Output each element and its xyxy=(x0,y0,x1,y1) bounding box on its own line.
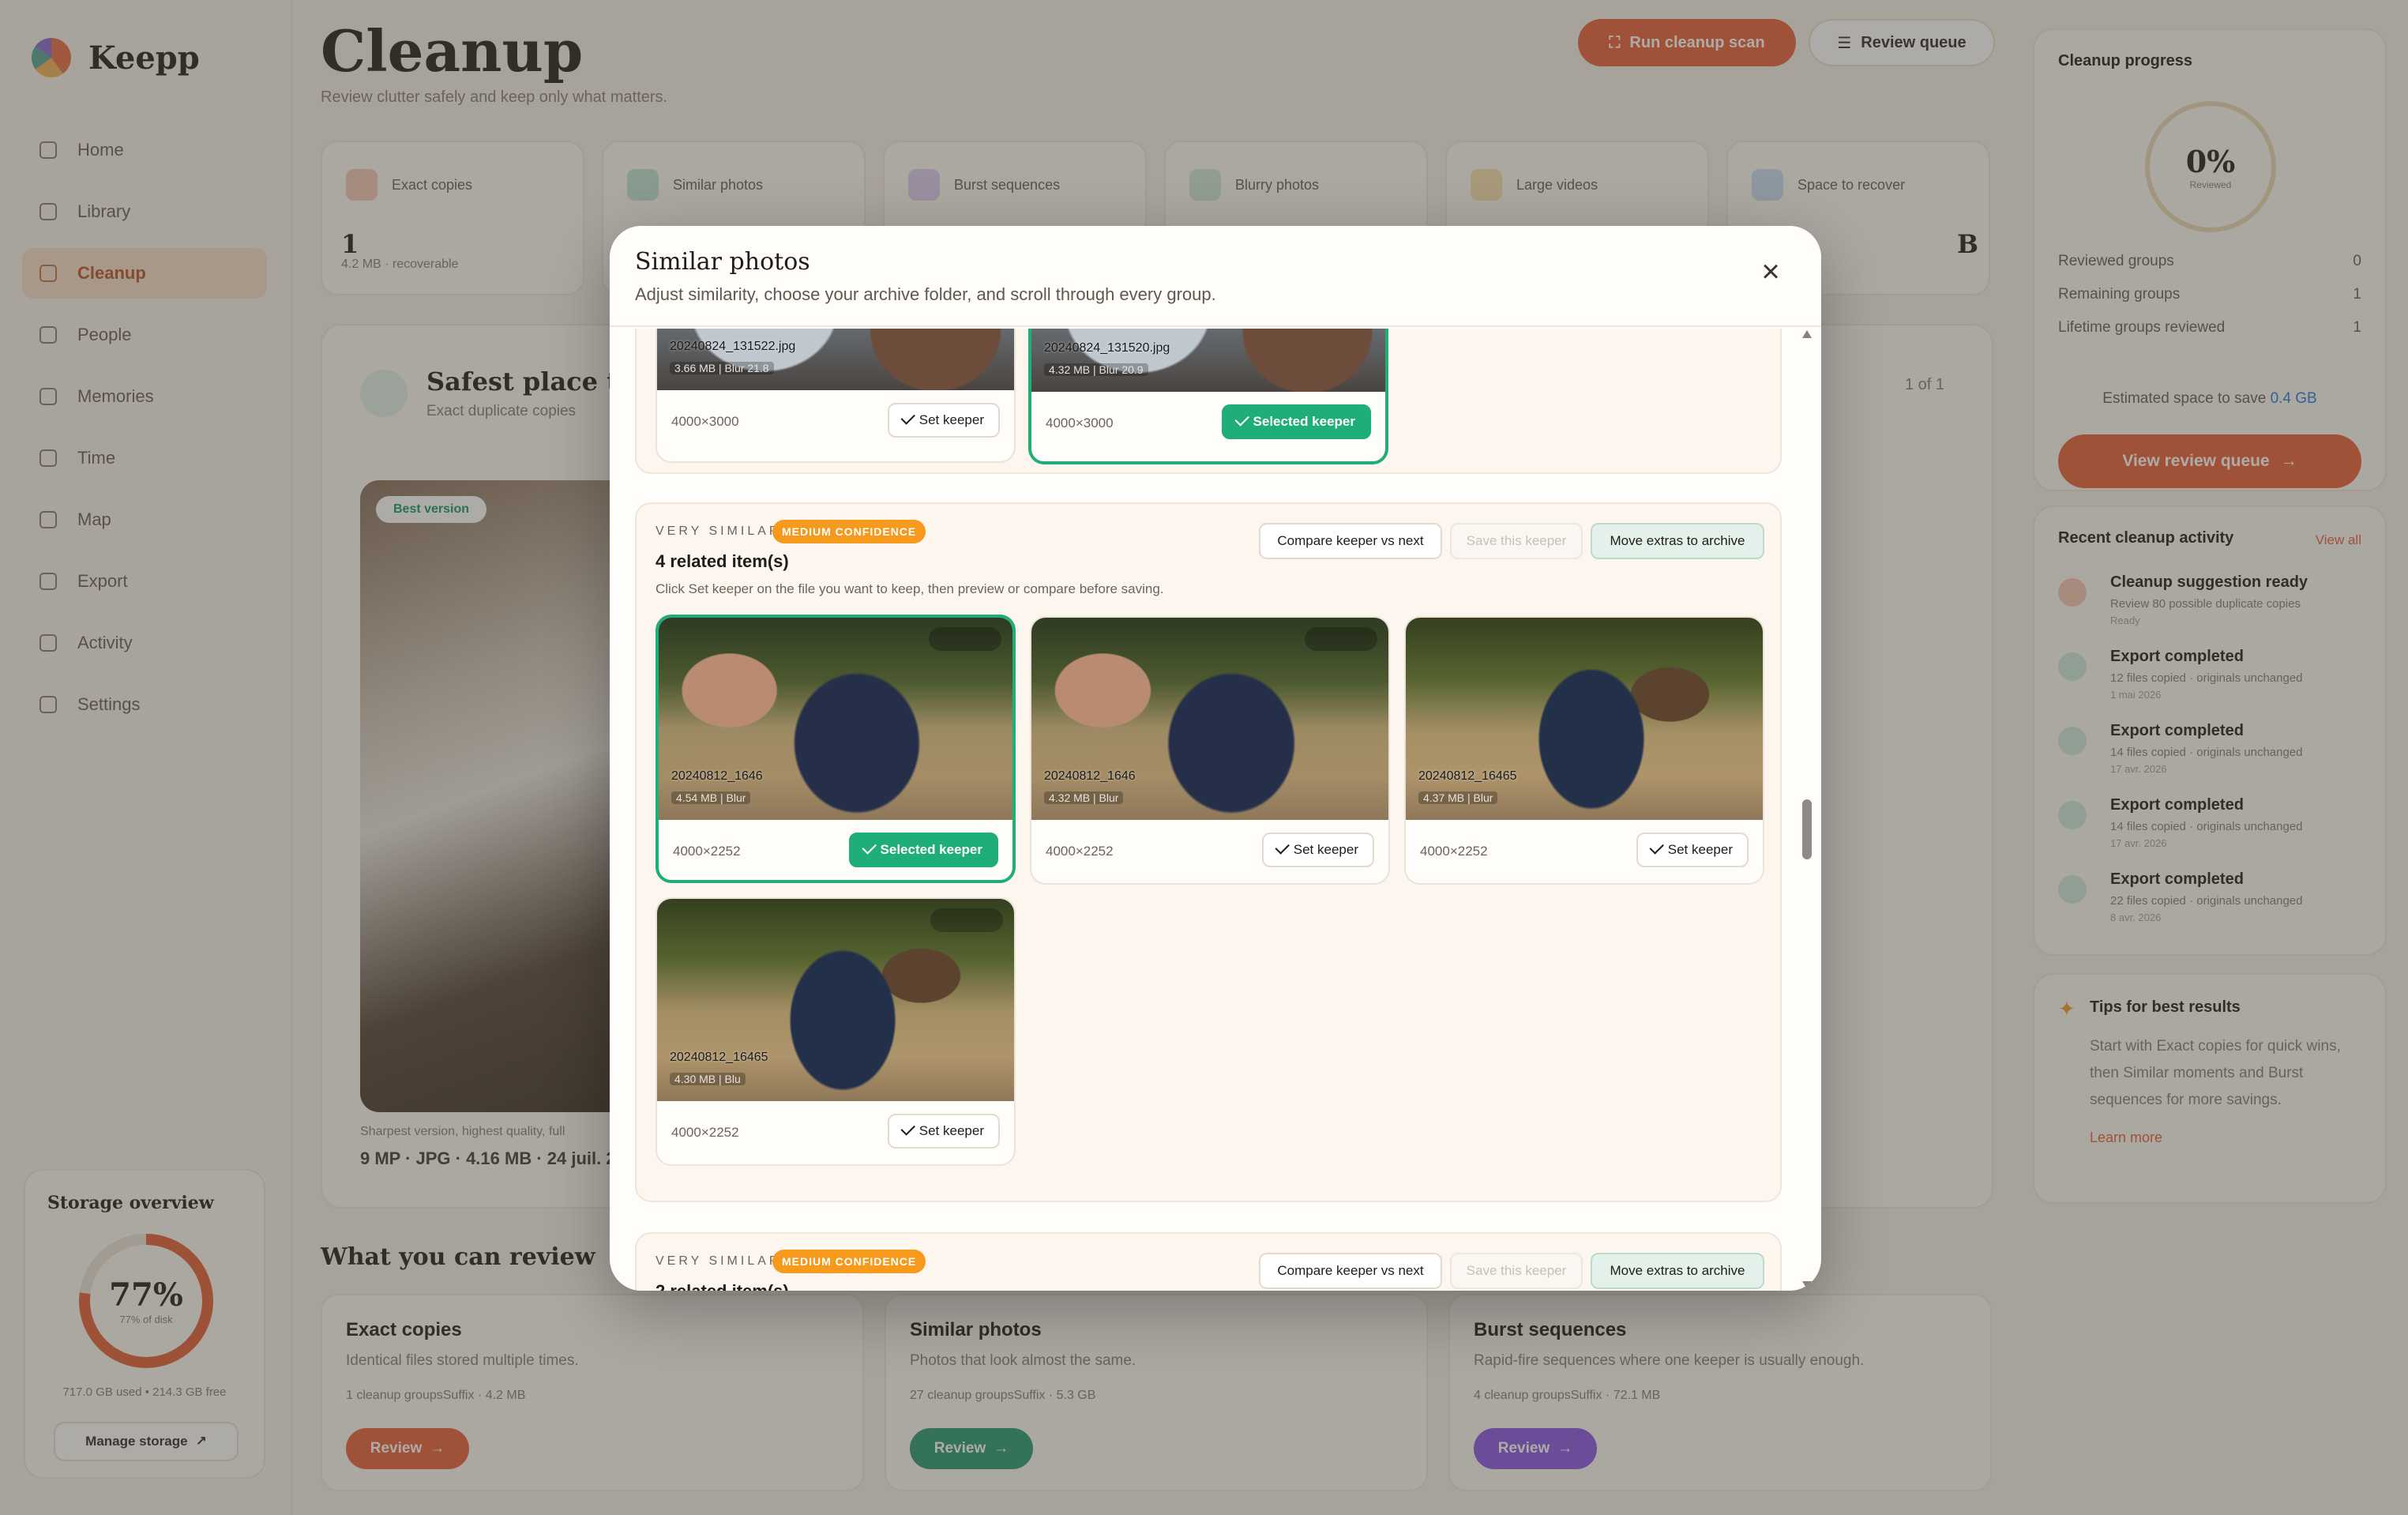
check-icon xyxy=(1649,840,1664,855)
photo-meta: 4.30 MB | Blu xyxy=(670,1073,746,1085)
dialog-header: Similar photos Adjust similarity, choose… xyxy=(610,226,1821,327)
photo-thumbnail[interactable] xyxy=(1031,329,1385,392)
selected-keeper-button[interactable]: Selected keeper xyxy=(1221,404,1371,439)
keeper-label: Set keeper xyxy=(1667,842,1733,857)
photo-meta: 3.66 MB | Blur 21.8 xyxy=(670,362,774,374)
photo-dimensions: 4000×2252 xyxy=(1046,844,1114,859)
check-icon xyxy=(1275,840,1290,855)
keeper-label: Set keeper xyxy=(918,1123,984,1138)
photo-card[interactable]: 20240812_16465 4.37 MB | Blur 4000×2252 … xyxy=(1404,616,1764,885)
group-count: 4 related item(s) xyxy=(656,551,789,571)
photo-dimensions: 4000×2252 xyxy=(673,844,741,859)
set-keeper-button[interactable]: Set keeper xyxy=(1261,833,1374,867)
similar-group: 20240824_131522.jpg 3.66 MB | Blur 21.8 … xyxy=(635,329,1782,474)
scroll-down-arrow-icon[interactable] xyxy=(1802,1281,1812,1289)
photo-filename: 20240812_1646 xyxy=(1044,769,1136,783)
photo-dimensions: 4000×3000 xyxy=(671,414,739,429)
photo-filename: 20240824_131522.jpg xyxy=(670,340,796,353)
photo-card[interactable]: 20240812_1646 4.32 MB | Blur 4000×2252 S… xyxy=(1030,616,1390,885)
photo-thumbnail[interactable] xyxy=(1031,618,1388,820)
photo-dimensions: 4000×3000 xyxy=(1046,415,1114,430)
similarity-label: VERY SIMILAR xyxy=(656,1254,782,1268)
scroll-up-arrow-icon[interactable] xyxy=(1802,330,1812,338)
photo-filename: 20240812_16465 xyxy=(670,1051,768,1064)
compare-keeper-button[interactable]: Compare keeper vs next xyxy=(1259,523,1442,559)
photo-badge xyxy=(1305,627,1377,651)
photo-filename: 20240812_1646 xyxy=(671,769,763,783)
check-icon xyxy=(1234,412,1249,427)
dialog-scroll-area[interactable]: 20240824_131522.jpg 3.66 MB | Blur 21.8 … xyxy=(610,329,1821,1291)
photo-meta: 4.54 MB | Blur xyxy=(671,791,751,804)
photo-dimensions: 4000×2252 xyxy=(671,1125,739,1140)
save-keeper-button[interactable]: Save this keeper xyxy=(1450,523,1583,559)
compare-keeper-button[interactable]: Compare keeper vs next xyxy=(1259,1253,1442,1289)
keeper-label: Set keeper xyxy=(1293,842,1358,857)
group-count: 2 related item(s) xyxy=(656,1281,789,1291)
keeper-label: Selected keeper xyxy=(1253,414,1355,429)
similarity-label: VERY SIMILAR xyxy=(656,524,782,538)
scroll-thumb[interactable] xyxy=(1802,799,1812,859)
set-keeper-button[interactable]: Set keeper xyxy=(887,1114,1000,1148)
dialog-subtitle: Adjust similarity, choose your archive f… xyxy=(635,284,1216,304)
close-icon[interactable]: × xyxy=(1752,254,1790,292)
move-extras-to-archive-button[interactable]: Move extras to archive xyxy=(1591,1253,1764,1289)
save-keeper-button[interactable]: Save this keeper xyxy=(1450,1253,1583,1289)
selected-keeper-button[interactable]: Selected keeper xyxy=(848,833,998,867)
check-icon xyxy=(900,410,915,425)
photo-card[interactable]: 20240812_16465 4.30 MB | Blu 4000×2252 S… xyxy=(656,897,1016,1166)
photo-thumbnail[interactable] xyxy=(1406,618,1763,820)
photo-thumbnail[interactable] xyxy=(657,329,1014,390)
photo-meta: 4.37 MB | Blur xyxy=(1418,791,1498,804)
keeper-label: Set keeper xyxy=(918,412,984,427)
similar-group: VERY SIMILAR MEDIUM CONFIDENCE 2 related… xyxy=(635,1232,1782,1291)
photo-card[interactable]: 20240824_131522.jpg 3.66 MB | Blur 21.8 … xyxy=(656,329,1016,463)
group-hint: Click Set keeper on the file you want to… xyxy=(656,581,1164,596)
move-extras-to-archive-button[interactable]: Move extras to archive xyxy=(1591,523,1764,559)
photo-card-keeper[interactable]: 20240824_131520.jpg 4.32 MB | Blur 20.9 … xyxy=(1028,329,1388,464)
set-keeper-button[interactable]: Set keeper xyxy=(887,403,1000,438)
confidence-badge: MEDIUM CONFIDENCE xyxy=(772,520,926,543)
photo-card-keeper[interactable]: 20240812_1646 4.54 MB | Blur 4000×2252 S… xyxy=(656,615,1016,883)
check-icon xyxy=(862,840,877,855)
similar-photos-dialog: Similar photos Adjust similarity, choose… xyxy=(610,226,1821,1291)
confidence-badge: MEDIUM CONFIDENCE xyxy=(772,1250,926,1273)
keeper-label: Selected keeper xyxy=(880,842,982,857)
photo-filename: 20240824_131520.jpg xyxy=(1044,341,1170,355)
photo-filename: 20240812_16465 xyxy=(1418,769,1517,783)
set-keeper-button[interactable]: Set keeper xyxy=(1636,833,1749,867)
photo-meta: 4.32 MB | Blur xyxy=(1044,791,1124,804)
check-icon xyxy=(900,1121,915,1136)
dialog-scrollbar[interactable] xyxy=(1801,329,1813,1291)
photo-thumbnail[interactable] xyxy=(657,899,1014,1101)
photo-meta: 4.32 MB | Blur 20.9 xyxy=(1044,363,1148,376)
photo-thumbnail[interactable] xyxy=(659,618,1012,820)
photo-badge xyxy=(929,627,1001,651)
dialog-title: Similar photos xyxy=(635,248,810,276)
similar-group: VERY SIMILAR MEDIUM CONFIDENCE 4 related… xyxy=(635,502,1782,1202)
photo-dimensions: 4000×2252 xyxy=(1420,844,1488,859)
photo-badge xyxy=(930,908,1003,932)
